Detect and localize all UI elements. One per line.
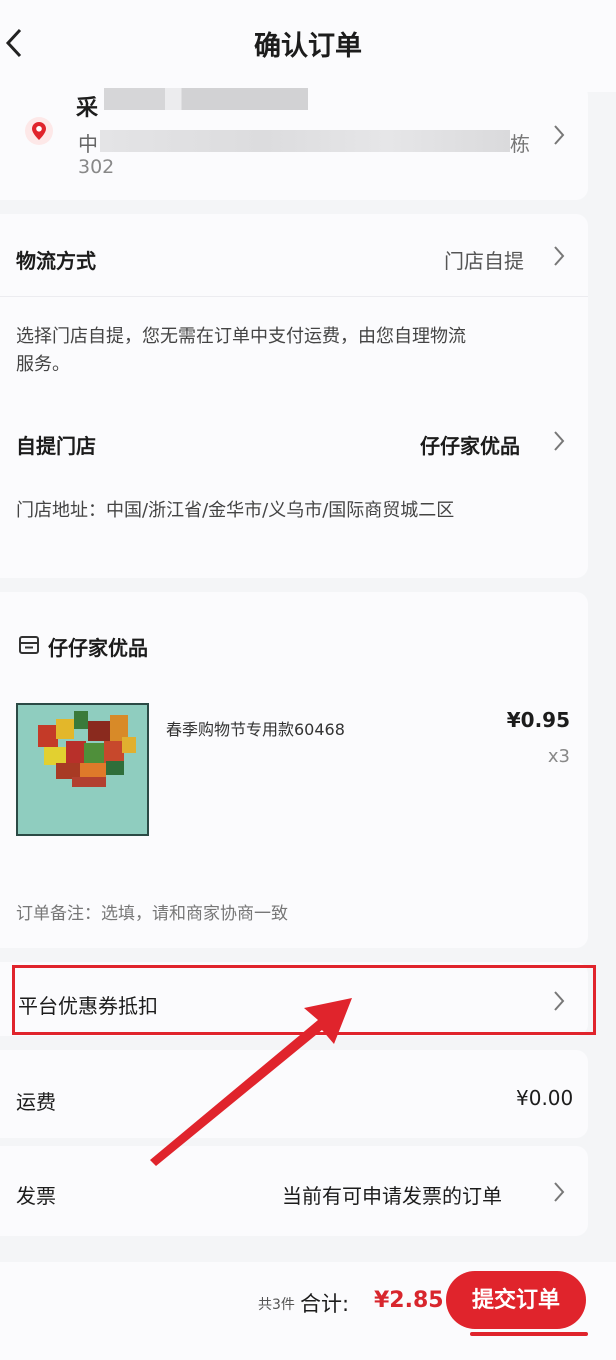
total-count: 共3件: [258, 1297, 295, 1313]
total-label: 合计:: [300, 1292, 350, 1316]
total-value: ¥2.85: [374, 1288, 444, 1313]
submit-order-button[interactable]: 提交订单: [446, 1271, 586, 1329]
underline-mark: [470, 1332, 588, 1336]
annotation-arrow: [150, 998, 352, 1166]
